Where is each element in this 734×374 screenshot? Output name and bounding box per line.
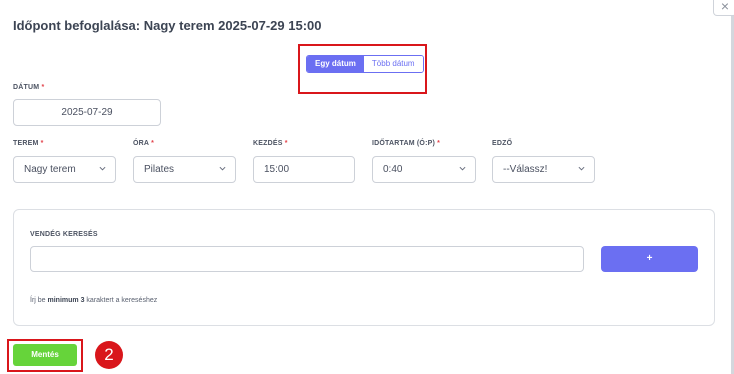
chevron-down-icon [99,166,106,171]
chevron-down-icon [219,166,226,171]
highlight-box-save [7,339,83,372]
trainer-select-value: --Válassz! [503,164,548,175]
class-label: ÓRA * [133,140,154,147]
duration-select-value: 0:40 [383,164,403,175]
start-time-input[interactable]: 15:00 [253,156,355,183]
start-label: KEZDÉS * [253,140,288,147]
room-label: TEREM * [13,140,44,147]
room-select[interactable]: Nagy terem [13,156,116,183]
step-number-badge: 2 [95,341,123,369]
guest-search-label: VENDÉG KERESÉS [30,231,98,238]
duration-select[interactable]: 0:40 [372,156,476,183]
booking-modal: × Időpont befoglalása: Nagy terem 2025-0… [0,0,734,374]
date-input[interactable]: 2025-07-29 [13,99,161,126]
chevron-down-icon [578,166,585,171]
highlight-box-date-mode [298,44,427,94]
guest-search-input[interactable] [30,246,584,272]
duration-label: IDŐTARTAM (Ó:P) * [372,140,441,147]
close-icon[interactable]: × [713,0,734,16]
modal-title: Időpont befoglalása: Nagy terem 2025-07-… [13,18,322,33]
class-select[interactable]: Pilates [133,156,236,183]
chevron-down-icon [459,166,466,171]
trainer-select[interactable]: --Válassz! [492,156,595,183]
trainer-label: EDZŐ [492,140,513,147]
add-guest-button[interactable]: + [601,246,698,272]
date-label: DÁTUM * [13,84,45,91]
class-select-value: Pilates [144,164,175,175]
guest-search-hint: Írj be minimum 3 karaktert a kereséshez [30,297,158,304]
room-select-value: Nagy terem [24,164,76,175]
